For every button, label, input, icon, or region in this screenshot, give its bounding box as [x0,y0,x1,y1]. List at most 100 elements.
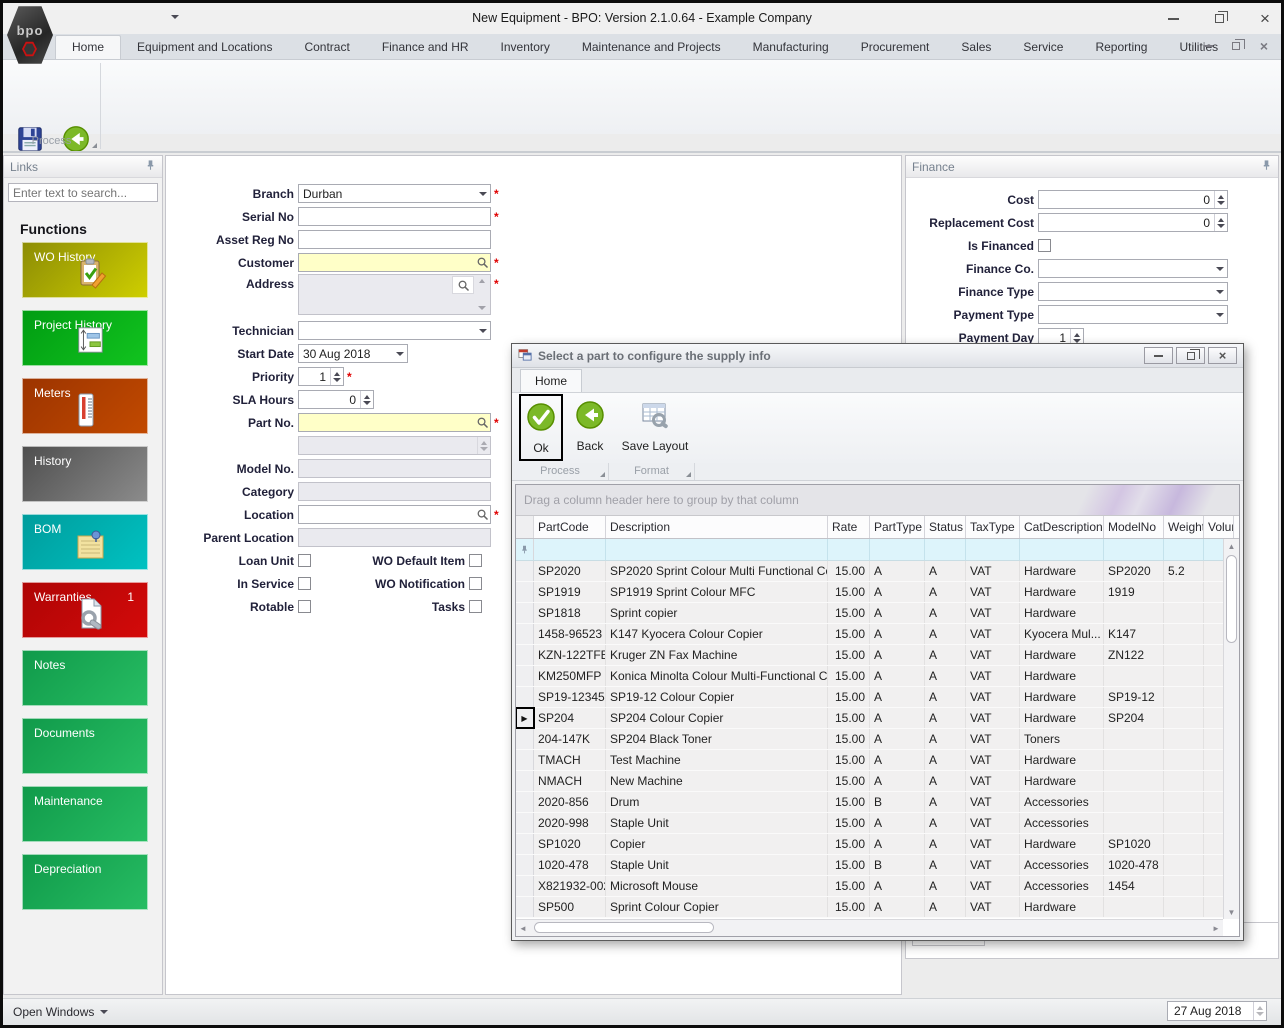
grid-cell[interactable]: A [925,750,966,770]
grid-cell[interactable]: Drum [606,792,828,812]
ribbon-restore-button[interactable] [1229,39,1243,53]
scroll-right-icon[interactable]: ► [1209,920,1223,936]
scroll-up-icon[interactable]: ▲ [1224,539,1239,553]
sidebar-item-documents[interactable]: Documents [22,718,148,774]
table-row[interactable]: 1020-478Staple Unit15.00BAVATAccessories… [516,855,1239,876]
in-service-checkbox[interactable] [298,577,311,590]
grid-cell[interactable]: VAT [966,687,1020,707]
chevron-down-icon[interactable] [1212,283,1227,300]
grid-cell[interactable]: 1454 [1104,876,1164,896]
filter-cell-weight[interactable] [1164,539,1204,560]
grid-cell[interactable] [1164,834,1204,854]
table-row[interactable]: SP500Sprint Colour Copier15.00AAVATHardw… [516,897,1239,918]
grid-cell[interactable]: 15.00 [828,771,870,791]
grid-cell[interactable]: 1458-96523 [534,624,606,644]
ribbon-tab-reporting[interactable]: Reporting [1079,36,1163,59]
minimize-button[interactable] [1165,11,1181,27]
grid-cell[interactable]: A [925,813,966,833]
grid-cell[interactable]: TMACH [534,750,606,770]
sidebar-item-bom[interactable]: BOM [22,514,148,570]
grid-cell[interactable]: A [925,687,966,707]
filter-cell-parttype[interactable] [870,539,925,560]
ribbon-tab-equipment-and-locations[interactable]: Equipment and Locations [121,36,288,59]
grid-cell[interactable]: VAT [966,729,1020,749]
grid-cell[interactable]: SP1919 Sprint Colour MFC [606,582,828,602]
dialog-restore-button[interactable] [1176,347,1205,364]
grid-cell[interactable]: New Machine [606,771,828,791]
grid-cell[interactable]: A [925,582,966,602]
part-no-lookup-input[interactable] [298,413,491,432]
grid-cell[interactable]: 15.00 [828,645,870,665]
grid-cell[interactable]: A [925,645,966,665]
grid-cell[interactable]: Hardware [1020,603,1104,623]
grid-cell[interactable]: SP1818 [534,603,606,623]
grid-cell[interactable]: Hardware [1020,666,1104,686]
ribbon-tab-manufacturing[interactable]: Manufacturing [737,36,845,59]
scrollbar-thumb[interactable] [1226,555,1237,643]
grid-cell[interactable] [1104,897,1164,917]
pin-icon[interactable] [1261,159,1272,174]
grid-cell[interactable] [1164,666,1204,686]
grid-cell[interactable]: Kyocera Mul... [1020,624,1104,644]
grid-cell[interactable] [1164,624,1204,644]
grid-cell[interactable]: A [870,813,925,833]
column-header-partcode[interactable]: PartCode [534,516,606,538]
priority-stepper[interactable]: 1 [298,367,344,386]
grid-cell[interactable]: X821932-002 [534,876,606,896]
group-launcher-icon[interactable] [686,472,691,477]
sidebar-item-meters[interactable]: Meters [22,378,148,434]
grid-cell[interactable]: A [870,708,925,728]
grid-cell[interactable]: SP1020 [1104,834,1164,854]
column-header-modelno[interactable]: ModelNo [1104,516,1164,538]
dialog-back-button[interactable]: Back [568,394,612,461]
grid-cell[interactable]: A [925,561,966,581]
grid-cell[interactable]: A [870,645,925,665]
replacement-cost-stepper[interactable]: 0 [1038,213,1228,232]
grid-cell[interactable] [1164,582,1204,602]
grid-cell[interactable] [1164,897,1204,917]
wo-default-item-checkbox[interactable] [469,554,482,567]
links-search-input[interactable] [8,183,158,202]
table-row[interactable]: SP1818Sprint copier15.00AAVATHardware [516,603,1239,624]
grid-cell[interactable] [1104,792,1164,812]
grid-cell[interactable]: SP2020 Sprint Colour Multi Functional Co… [606,561,828,581]
grid-cell[interactable]: Hardware [1020,834,1104,854]
ribbon-tab-sales[interactable]: Sales [945,36,1007,59]
status-date-field[interactable]: 27 Aug 2018 [1167,1001,1267,1021]
table-row[interactable]: SP1919SP1919 Sprint Colour MFC15.00AAVAT… [516,582,1239,603]
ribbon-tab-procurement[interactable]: Procurement [845,36,946,59]
grid-cell[interactable]: 15.00 [828,876,870,896]
restore-button[interactable] [1211,11,1227,27]
grid-cell[interactable]: VAT [966,771,1020,791]
grid-cell[interactable] [1104,771,1164,791]
grid-cell[interactable]: Accessories [1020,876,1104,896]
save-layout-button[interactable]: Save Layout [620,394,690,461]
column-header-parttype[interactable]: PartType [870,516,925,538]
grid-cell[interactable]: A [925,876,966,896]
table-row[interactable]: ▶SP204SP204 Colour Copier15.00AAVATHardw… [516,708,1239,729]
dialog-minimize-button[interactable] [1144,347,1173,364]
grid-cell[interactable]: SP204 Black Toner [606,729,828,749]
ribbon-tab-service[interactable]: Service [1007,36,1079,59]
search-icon[interactable] [474,506,490,523]
ribbon-tab-maintenance-and-projects[interactable]: Maintenance and Projects [566,36,737,59]
grid-cell[interactable]: SP1919 [534,582,606,602]
grid-cell[interactable]: SP2020 [534,561,606,581]
grid-cell[interactable]: A [870,834,925,854]
grid-cell[interactable]: K147 [1104,624,1164,644]
grid-cell[interactable]: A [925,792,966,812]
grid-cell[interactable]: Kruger ZN Fax Machine [606,645,828,665]
grid-cell[interactable]: 15.00 [828,561,870,581]
payment-type-select[interactable] [1038,305,1228,324]
grid-cell[interactable]: A [870,687,925,707]
grid-filter-row[interactable] [516,539,1239,561]
grid-cell[interactable]: 15.00 [828,813,870,833]
grid-cell[interactable]: 15.00 [828,687,870,707]
grid-cell[interactable]: 2020-998 [534,813,606,833]
grid-cell[interactable] [1164,792,1204,812]
grid-cell[interactable]: 15.00 [828,729,870,749]
grid-cell[interactable]: Hardware [1020,687,1104,707]
grid-cell[interactable]: Staple Unit [606,855,828,875]
grid-cell[interactable]: A [925,666,966,686]
grid-cell[interactable]: Hardware [1020,582,1104,602]
